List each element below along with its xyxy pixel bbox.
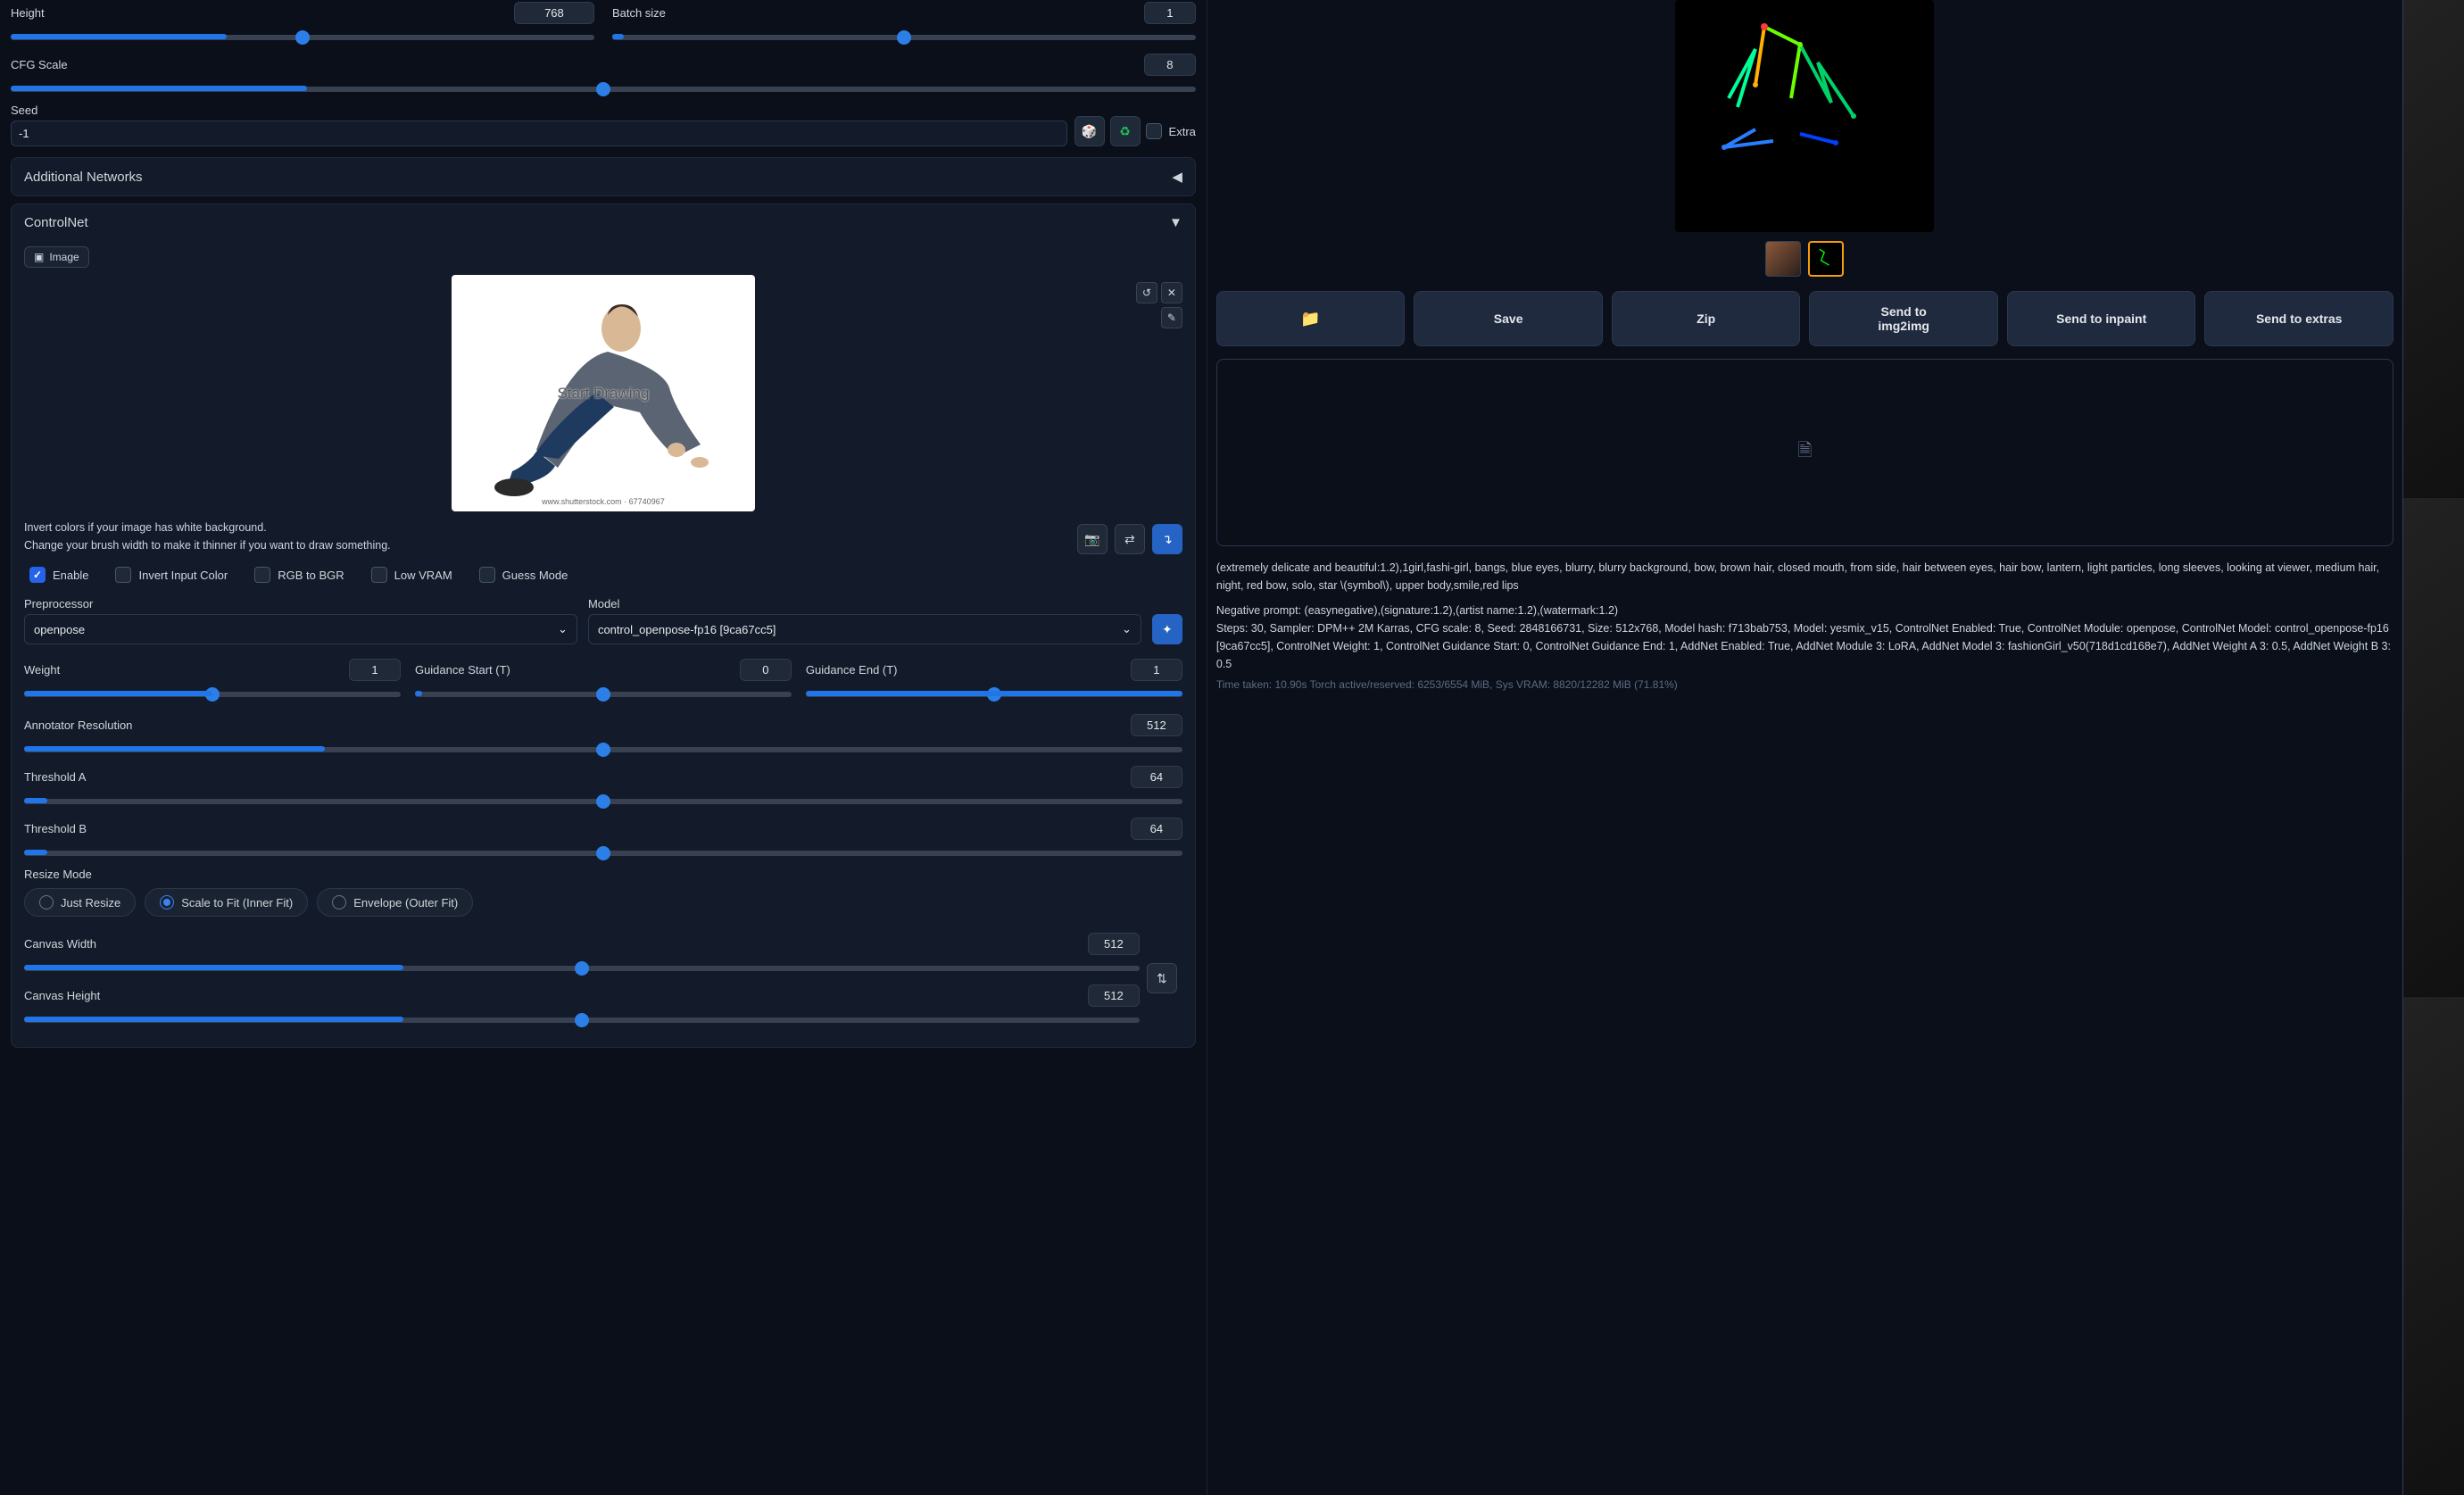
resize-outer-radio[interactable]: Envelope (Outer Fit) (317, 888, 473, 917)
resize-mode-label: Resize Mode (24, 868, 1182, 881)
seed-random-button[interactable]: 🎲 (1074, 116, 1105, 146)
cfg-value[interactable]: 8 (1144, 54, 1196, 76)
thumbnail-2[interactable] (1808, 241, 1844, 277)
thra-value[interactable]: 64 (1131, 766, 1182, 788)
canvasw-value[interactable]: 512 (1088, 933, 1140, 955)
open-folder-button[interactable]: 📁 (1216, 291, 1406, 346)
close-icon[interactable]: ✕ (1161, 282, 1182, 303)
send-extras-button[interactable]: Send to extras (2204, 291, 2393, 346)
controlnet-image-canvas[interactable]: Start Drawing www.shutterstock.com · 677… (452, 275, 755, 511)
invert-input-check[interactable]: Invert Input Color (115, 567, 228, 583)
batchsize-label: Batch size (612, 6, 666, 20)
annot-slider[interactable] (24, 747, 1182, 752)
batchsize-slider[interactable] (612, 35, 1196, 40)
model-label: Model (588, 597, 1141, 610)
timing-text: Time taken: 10.90s Torch active/reserved… (1216, 678, 2393, 691)
thumbnail-1[interactable] (1765, 241, 1801, 277)
lowvram-check[interactable]: Low VRAM (371, 567, 452, 583)
canvas-overlay-text: Start Drawing (557, 385, 649, 403)
edit-icon[interactable]: ✎ (1161, 307, 1182, 328)
annot-label: Annotator Resolution (24, 718, 132, 732)
preprocessor-select[interactable]: openpose⌄ (24, 614, 577, 644)
detect-button[interactable]: ✦ (1152, 614, 1182, 644)
params-text: Steps: 30, Sampler: DPM++ 2M Karras, CFG… (1216, 619, 2393, 673)
canvas-watermark: www.shutterstock.com · 67740967 (452, 497, 755, 506)
rgb-bgr-check[interactable]: RGB to BGR (254, 567, 344, 583)
swap-button[interactable]: ⇄ (1115, 524, 1145, 554)
thrb-value[interactable]: 64 (1131, 818, 1182, 840)
send-inpaint-button[interactable]: Send to inpaint (2007, 291, 2196, 346)
hint-line-2: Change your brush width to make it thinn… (24, 536, 391, 554)
file-drop-zone[interactable]: 🗎 (1216, 359, 2393, 546)
save-button[interactable]: Save (1414, 291, 1603, 346)
gend-slider[interactable] (806, 692, 1182, 697)
gstart-slider[interactable] (415, 692, 792, 697)
image-tab[interactable]: ▣ Image (24, 246, 89, 268)
chevron-down-icon: ⌄ (558, 622, 568, 636)
send-dimensions-button[interactable]: ↴ (1152, 524, 1182, 554)
guess-mode-check[interactable]: Guess Mode (479, 567, 568, 583)
annot-value[interactable]: 512 (1131, 714, 1182, 736)
batchsize-value[interactable]: 1 (1144, 2, 1196, 24)
send-img2img-button[interactable]: Send to img2img (1809, 291, 1998, 346)
seed-extra-check[interactable]: Extra (1146, 123, 1196, 139)
webcam-button[interactable]: 📷 (1077, 524, 1108, 554)
undo-icon[interactable]: ↺ (1136, 282, 1157, 303)
canvash-value[interactable]: 512 (1088, 984, 1140, 1007)
canvash-slider[interactable] (24, 1017, 1140, 1023)
enable-check[interactable]: Enable (29, 567, 88, 583)
resize-just-radio[interactable]: Just Resize (24, 888, 136, 917)
gend-label: Guidance End (T) (806, 663, 898, 677)
hint-line-1: Invert colors if your image has white ba… (24, 519, 391, 536)
swap-dimensions-button[interactable]: ⇅ (1147, 963, 1177, 993)
side-strip (2402, 0, 2464, 1495)
output-image[interactable] (1675, 0, 1934, 232)
weight-label: Weight (24, 663, 60, 677)
gstart-label: Guidance Start (T) (415, 663, 510, 677)
controlnet-header[interactable]: ControlNet ▼ (12, 204, 1195, 241)
file-icon: 🗎 (1797, 437, 1812, 468)
height-label: Height (11, 6, 45, 20)
canvasw-slider[interactable] (24, 966, 1140, 971)
cfg-label: CFG Scale (11, 58, 68, 71)
preprocessor-label: Preprocessor (24, 597, 577, 610)
cfg-slider[interactable] (11, 87, 1196, 92)
thrb-label: Threshold B (24, 822, 87, 835)
weight-value[interactable]: 1 (349, 659, 401, 681)
seed-label: Seed (11, 104, 1067, 117)
thra-label: Threshold A (24, 770, 86, 784)
collapse-icon: ◀ (1172, 169, 1182, 185)
zip-button[interactable]: Zip (1612, 291, 1801, 346)
height-value[interactable]: 768 (514, 2, 594, 24)
additional-networks-header[interactable]: Additional Networks ◀ (12, 158, 1195, 195)
seed-input[interactable] (11, 120, 1067, 146)
weight-slider[interactable] (24, 692, 401, 697)
height-slider[interactable] (11, 35, 594, 40)
canvasw-label: Canvas Width (24, 937, 96, 951)
expand-icon: ▼ (1169, 215, 1182, 230)
seed-reuse-button[interactable]: ♻ (1110, 116, 1141, 146)
negative-prompt-text: Negative prompt: (easynegative),(signatu… (1216, 602, 2393, 619)
thra-slider[interactable] (24, 799, 1182, 804)
model-select[interactable]: control_openpose-fp16 [9ca67cc5]⌄ (588, 614, 1141, 644)
gstart-value[interactable]: 0 (740, 659, 792, 681)
resize-inner-radio[interactable]: Scale to Fit (Inner Fit) (145, 888, 308, 917)
prompt-text: (extremely delicate and beautiful:1.2),1… (1216, 559, 2393, 594)
canvash-label: Canvas Height (24, 989, 100, 1002)
gend-value[interactable]: 1 (1131, 659, 1182, 681)
chevron-down-icon: ⌄ (1122, 622, 1132, 636)
thrb-slider[interactable] (24, 851, 1182, 856)
